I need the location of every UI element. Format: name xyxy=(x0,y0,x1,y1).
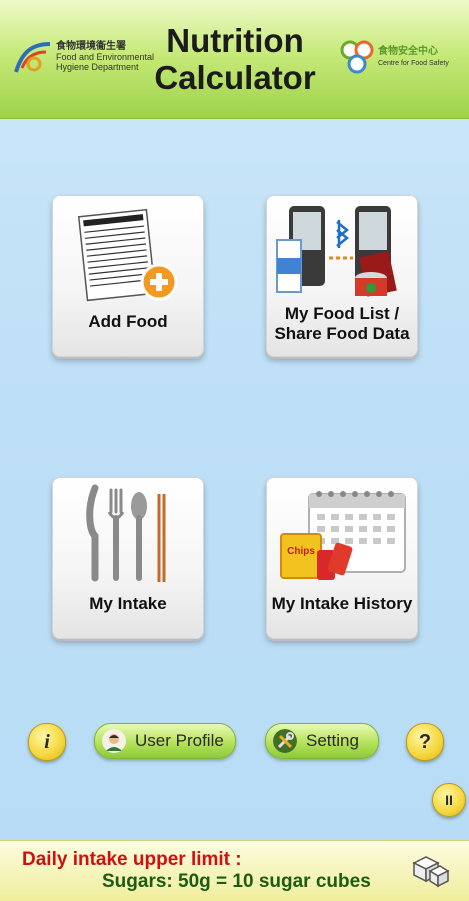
daily-limit-banner: Daily intake upper limit : Sugars: 50g =… xyxy=(0,840,469,901)
pause-button[interactable]: II xyxy=(432,783,466,817)
setting-label: Setting xyxy=(306,731,359,750)
fehd-logo: 食物環境衞生署 Food and Environmental Hygiene D… xyxy=(12,38,154,82)
cfs-name-en: Centre for Food Safety xyxy=(378,60,449,67)
nutrition-facts-add-icon xyxy=(77,208,178,302)
tools-icon xyxy=(273,729,297,753)
setting-button[interactable]: Setting xyxy=(265,723,379,759)
info-icon: i xyxy=(44,731,50,753)
user-avatar-icon xyxy=(102,729,126,753)
pause-icon: II xyxy=(445,792,453,808)
help-button[interactable]: ? xyxy=(406,723,444,761)
phones-bluetooth-food-icon xyxy=(276,206,397,297)
banner-line-1: Daily intake upper limit : xyxy=(22,849,242,870)
add-food-label: Add Food xyxy=(88,312,168,331)
page-title: Nutrition Calculator xyxy=(140,22,330,96)
my-intake-label: My Intake xyxy=(89,594,167,613)
banner-line-2: Sugars: 50g = 10 sugar cubes xyxy=(102,871,371,892)
cfs-name-zh: 食物安全中心 xyxy=(378,46,438,57)
cutlery-icon xyxy=(86,484,166,582)
cfs-logo: 食物安全中心 Centre for Food Safety xyxy=(340,40,462,84)
info-button[interactable]: i xyxy=(28,723,66,761)
svg-text:Chips: Chips xyxy=(287,546,315,557)
user-profile-label: User Profile xyxy=(135,731,224,750)
app-header: 食物環境衞生署 Food and Environmental Hygiene D… xyxy=(0,0,469,119)
cfs-logo-mark xyxy=(340,40,374,74)
my-intake-history-button[interactable]: Chips My Intake History xyxy=(266,477,418,639)
add-food-button[interactable]: Add Food xyxy=(52,195,204,357)
user-profile-button[interactable]: User Profile xyxy=(94,723,236,759)
my-food-list-label-1: My Food List / xyxy=(284,304,400,323)
title-line-2: Calculator xyxy=(154,59,316,96)
title-line-1: Nutrition xyxy=(166,22,304,59)
help-icon: ? xyxy=(418,731,432,753)
calendar-snacks-icon: Chips xyxy=(280,491,406,580)
fehd-logo-mark xyxy=(14,42,51,73)
my-food-list-label-2: Share Food Data xyxy=(274,324,410,343)
my-intake-history-label: My Intake History xyxy=(271,594,413,613)
my-food-list-button[interactable]: My Food List / Share Food Data xyxy=(266,195,418,357)
my-intake-button[interactable]: My Intake xyxy=(52,477,204,639)
sugar-cubes-icon xyxy=(412,856,450,888)
